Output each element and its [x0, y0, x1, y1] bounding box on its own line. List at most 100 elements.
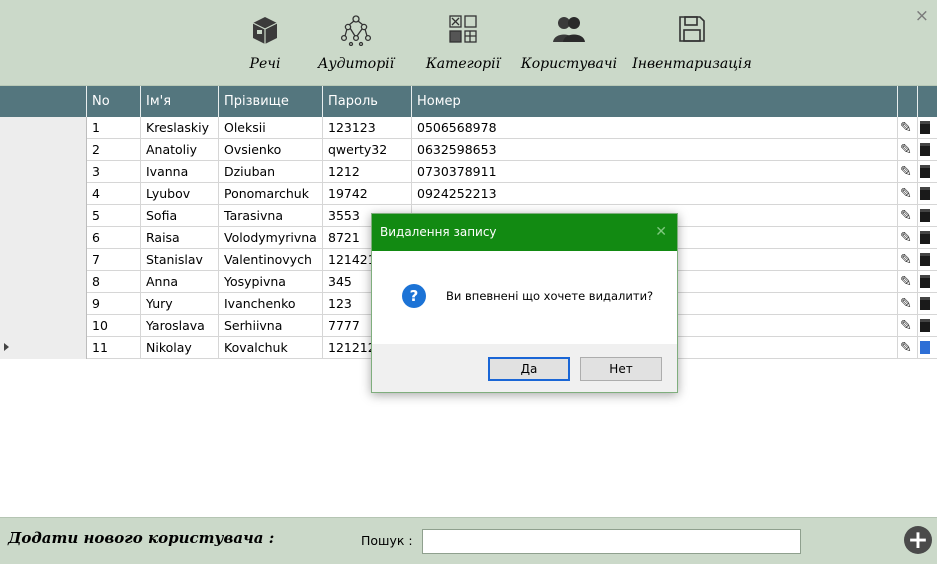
edit-button[interactable]: ✎	[898, 293, 918, 315]
edit-button[interactable]: ✎	[898, 271, 918, 293]
edit-button[interactable]: ✎	[898, 205, 918, 227]
cell-password[interactable]: 1212	[323, 161, 412, 183]
row-selector[interactable]	[0, 227, 87, 249]
header-name[interactable]: Ім'я	[141, 86, 219, 117]
cell-surname[interactable]: Volodymyrivna	[219, 227, 323, 249]
cell-no[interactable]: 3	[87, 161, 141, 183]
yes-button[interactable]: Да	[488, 357, 570, 381]
cell-name[interactable]: Lyubov	[141, 183, 219, 205]
delete-button[interactable]	[918, 227, 937, 249]
dialog-close-icon[interactable]: ✕	[655, 214, 667, 251]
plus-circle-icon[interactable]: +	[904, 526, 932, 554]
edit-button[interactable]: ✎	[898, 117, 918, 139]
search-input[interactable]	[422, 529, 801, 554]
delete-button[interactable]	[918, 117, 937, 139]
cell-surname[interactable]: Yosypivna	[219, 271, 323, 293]
cell-name[interactable]: Ivanna	[141, 161, 219, 183]
edit-button[interactable]: ✎	[898, 337, 918, 359]
cell-surname[interactable]: Oleksii	[219, 117, 323, 139]
cell-surname[interactable]: Tarasivna	[219, 205, 323, 227]
cell-surname[interactable]: Ponomarchuk	[219, 183, 323, 205]
delete-button[interactable]	[918, 337, 937, 359]
row-selector[interactable]	[0, 249, 87, 271]
cell-phone[interactable]: 0730378911	[412, 161, 898, 183]
cell-phone[interactable]: 0924252213	[412, 183, 898, 205]
edit-button[interactable]: ✎	[898, 139, 918, 161]
row-selector[interactable]	[0, 337, 87, 359]
cell-surname[interactable]: Serhiivna	[219, 315, 323, 337]
cell-surname[interactable]: Valentinovych	[219, 249, 323, 271]
delete-confirm-dialog: Видалення запису ✕ ? Ви впевнені що хоче…	[371, 213, 678, 393]
header-surname[interactable]: Прізвище	[219, 86, 323, 117]
row-selector[interactable]	[0, 271, 87, 293]
table-row[interactable]: 3 Ivanna Dziuban 1212 0730378911 ✎	[0, 161, 937, 183]
table-row[interactable]: 1 Kreslaskiy Oleksii 123123 0506568978 ✎	[0, 117, 937, 139]
cell-no[interactable]: 8	[87, 271, 141, 293]
row-selector[interactable]	[0, 315, 87, 337]
edit-button[interactable]: ✎	[898, 161, 918, 183]
close-icon[interactable]: ×	[915, 6, 929, 26]
cell-phone[interactable]: 0632598653	[412, 139, 898, 161]
delete-button[interactable]	[918, 293, 937, 315]
delete-button[interactable]	[918, 315, 937, 337]
cell-name[interactable]: Stanislav	[141, 249, 219, 271]
cell-password[interactable]: qwerty32	[323, 139, 412, 161]
row-selector[interactable]	[0, 117, 87, 139]
toolbar-label-things: Речі	[249, 56, 281, 72]
header-edit	[898, 86, 918, 117]
cell-surname[interactable]: Ovsienko	[219, 139, 323, 161]
edit-button[interactable]: ✎	[898, 227, 918, 249]
delete-button[interactable]	[918, 249, 937, 271]
dialog-footer: Да Нет	[372, 344, 677, 392]
cell-name[interactable]: Nikolay	[141, 337, 219, 359]
table-row[interactable]: 2 Anatoliy Ovsienko qwerty32 0632598653 ✎	[0, 139, 937, 161]
cell-no[interactable]: 6	[87, 227, 141, 249]
delete-button[interactable]	[918, 205, 937, 227]
cell-no[interactable]: 1	[87, 117, 141, 139]
pencil-icon: ✎	[900, 164, 912, 180]
toolbar-item-auditoriums[interactable]: Аудиторії	[313, 0, 399, 86]
delete-button[interactable]	[918, 161, 937, 183]
cell-password[interactable]: 19742	[323, 183, 412, 205]
cell-name[interactable]: Anatoliy	[141, 139, 219, 161]
table-row[interactable]: 4 Lyubov Ponomarchuk 19742 0924252213 ✎	[0, 183, 937, 205]
header-no[interactable]: No	[87, 86, 141, 117]
toolbar-item-inventory[interactable]: Інвентаризація	[626, 0, 758, 86]
cell-no[interactable]: 10	[87, 315, 141, 337]
edit-button[interactable]: ✎	[898, 183, 918, 205]
edit-button[interactable]: ✎	[898, 315, 918, 337]
cell-name[interactable]: Yaroslava	[141, 315, 219, 337]
cell-surname[interactable]: Kovalchuk	[219, 337, 323, 359]
row-selector[interactable]	[0, 293, 87, 315]
header-row-selector	[0, 86, 87, 117]
toolbar-item-things[interactable]: Речі	[235, 0, 295, 86]
row-selector[interactable]	[0, 205, 87, 227]
row-selector[interactable]	[0, 161, 87, 183]
cell-no[interactable]: 2	[87, 139, 141, 161]
cell-surname[interactable]: Dziuban	[219, 161, 323, 183]
cell-no[interactable]: 4	[87, 183, 141, 205]
toolbar-item-users[interactable]: Користувачі	[515, 0, 623, 86]
cell-phone[interactable]: 0506568978	[412, 117, 898, 139]
toolbar-item-categories[interactable]: Категорії	[421, 0, 505, 86]
cell-name[interactable]: Yury	[141, 293, 219, 315]
cell-name[interactable]: Kreslaskiy	[141, 117, 219, 139]
cell-name[interactable]: Raisa	[141, 227, 219, 249]
header-phone[interactable]: Номер	[412, 86, 898, 117]
cell-no[interactable]: 7	[87, 249, 141, 271]
delete-button[interactable]	[918, 183, 937, 205]
no-button[interactable]: Нет	[580, 357, 662, 381]
header-password[interactable]: Пароль	[323, 86, 412, 117]
delete-button[interactable]	[918, 271, 937, 293]
row-selector[interactable]	[0, 139, 87, 161]
cell-no[interactable]: 11	[87, 337, 141, 359]
cell-password[interactable]: 123123	[323, 117, 412, 139]
delete-button[interactable]	[918, 139, 937, 161]
row-selector[interactable]	[0, 183, 87, 205]
cell-no[interactable]: 5	[87, 205, 141, 227]
cell-no[interactable]: 9	[87, 293, 141, 315]
cell-surname[interactable]: Ivanchenko	[219, 293, 323, 315]
edit-button[interactable]: ✎	[898, 249, 918, 271]
cell-name[interactable]: Anna	[141, 271, 219, 293]
cell-name[interactable]: Sofia	[141, 205, 219, 227]
